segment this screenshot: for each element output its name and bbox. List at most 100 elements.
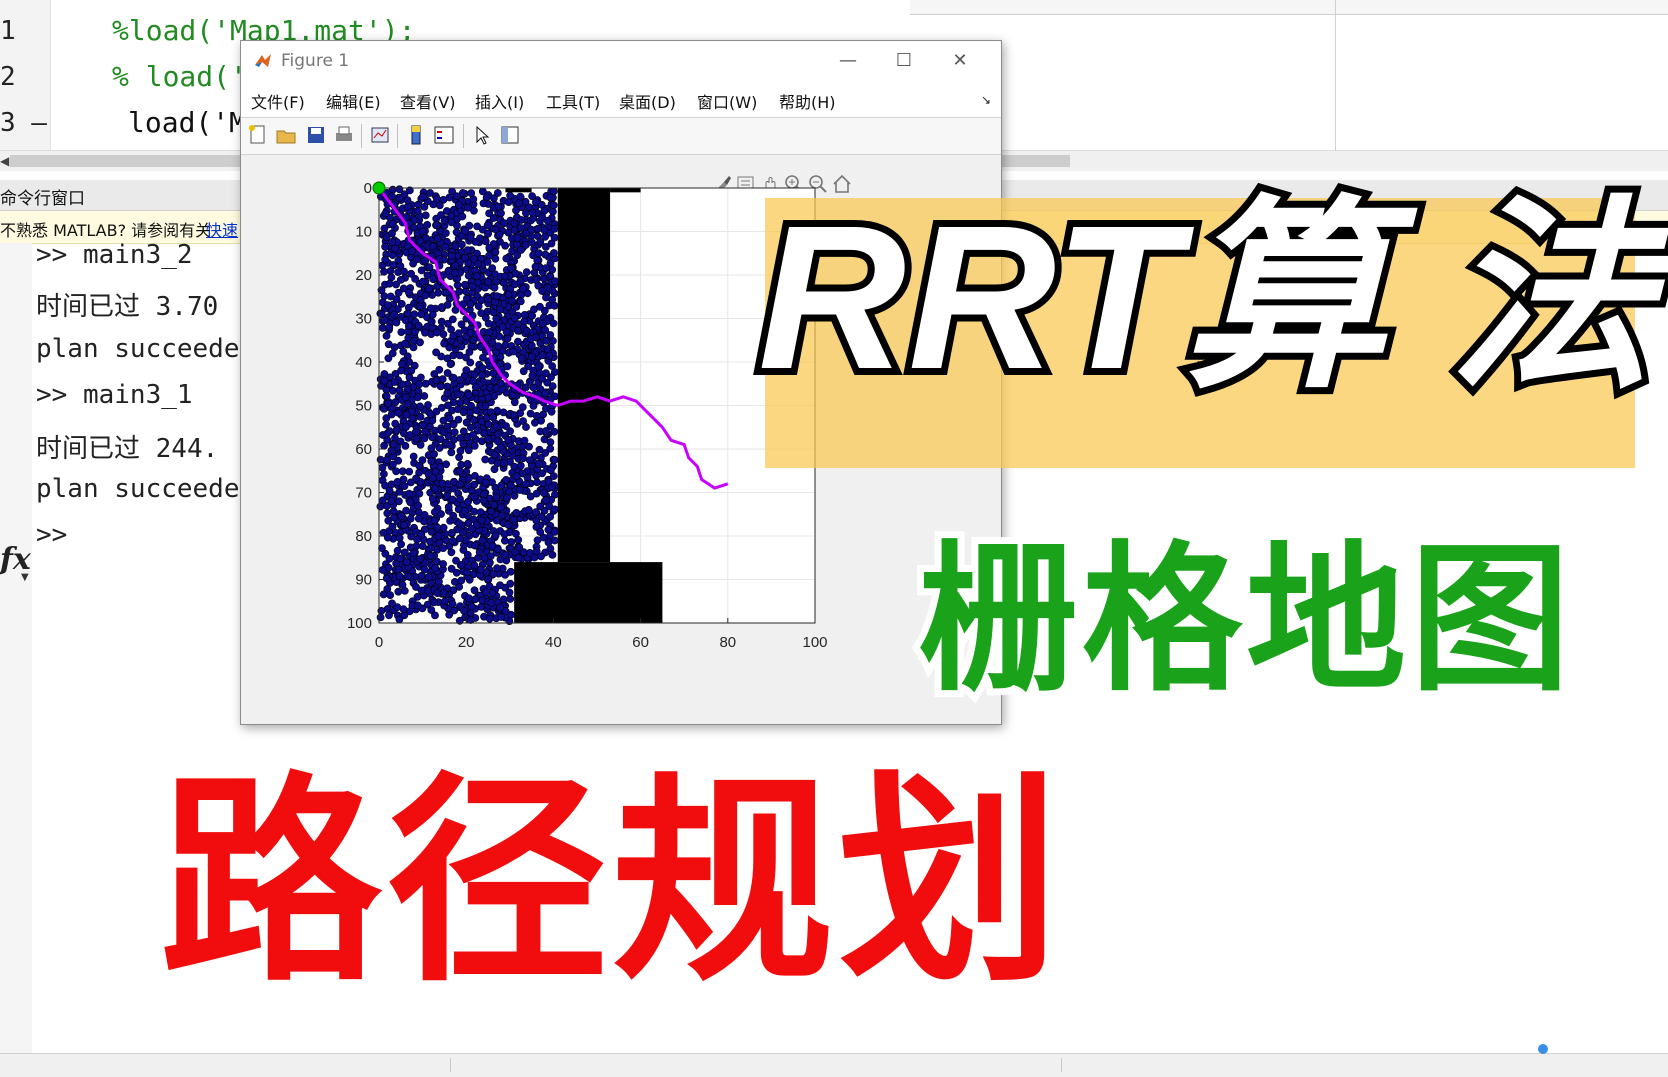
tree-node [440,216,449,225]
tree-node [438,375,447,383]
tree-node [476,234,484,243]
tree-node [413,255,422,264]
tree-node [522,480,530,488]
tree-node [474,302,483,310]
tree-node [494,342,503,351]
tree-node [500,536,509,545]
tree-node [400,482,409,490]
tree-node [466,233,475,242]
tree-node [510,219,519,228]
tree-node [532,547,541,556]
tree-node [477,309,486,317]
tree-node [466,328,475,337]
tree-node [551,277,559,286]
tree-node [380,376,389,385]
code-line-2[interactable]: % load(' [112,60,247,93]
tree-node [385,486,394,495]
tree-node [416,373,425,382]
tree-node [484,435,492,443]
tree-node [474,260,483,269]
tree-node [434,577,443,586]
tree-node [443,382,452,391]
tree-node [526,335,535,343]
tree-node [440,339,448,348]
obstacle [505,188,532,193]
tree-node [448,315,457,324]
tree-node [421,427,430,436]
tree-node [403,309,412,318]
command-prompt[interactable]: >> [36,520,67,550]
tree-node [529,401,538,410]
tree-node [546,466,555,475]
tree-node [391,419,400,428]
tree-node [452,228,461,237]
tree-node [501,551,510,559]
tree-node [384,354,393,363]
tree-node [525,456,534,464]
tree-node [500,459,508,467]
tree-node [453,281,462,290]
tree-node [496,503,505,512]
line-number: 1 [0,16,16,46]
code-line-3[interactable]: load('M [128,106,246,139]
tree-node [411,427,420,436]
tree-node [490,283,499,292]
tree-node [436,382,445,391]
tree-node [379,590,388,599]
tree-node [516,277,525,285]
tree-node [403,196,412,204]
tree-node [467,189,476,197]
tree-node [447,218,456,227]
tree-node [485,558,494,567]
tree-node [510,226,519,235]
tree-node [524,505,533,514]
tree-node [525,548,534,557]
tree-node [547,483,556,492]
tree-node [395,194,404,202]
tree-node [481,588,490,596]
tree-node [520,310,529,319]
tree-node [426,544,435,552]
tree-node [450,428,459,437]
tree-node [501,272,509,281]
tree-node [463,459,472,468]
tree-node [470,493,479,501]
tree-node [439,428,448,436]
tree-node [520,436,529,445]
tree-node [491,531,500,540]
tree-node [490,450,499,459]
tree-node [423,220,432,229]
tree-node [531,508,540,517]
tree-node [539,488,548,497]
tree-node [485,328,494,336]
tree-node [397,366,405,375]
tree-node [418,542,427,550]
tree-node [428,433,437,442]
tree-node [491,248,500,257]
tree-node [394,288,403,297]
tree-node [389,440,398,449]
tree-node [376,455,385,464]
tree-node [400,521,408,529]
tree-node [495,230,504,239]
chevron-down-icon[interactable]: ▼ [21,572,29,583]
tree-node [383,301,392,309]
tree-node [503,362,512,371]
tree-node [390,310,399,319]
tree-node [383,455,392,464]
tree-node [394,268,402,276]
tree-node [501,241,510,250]
tree-node [483,294,492,303]
tree-node [503,334,512,343]
tree-node [497,613,506,621]
scroll-left-icon[interactable]: ◀ [0,154,9,168]
status-bar [0,1053,1668,1077]
tree-node [397,540,405,549]
tree-node [420,565,429,574]
tree-node [485,614,494,623]
tree-node [504,198,513,206]
tree-node [519,454,527,463]
tree-node [388,219,397,228]
quick-start-link[interactable]: 快速 [206,217,238,241]
tree-node [453,390,462,399]
